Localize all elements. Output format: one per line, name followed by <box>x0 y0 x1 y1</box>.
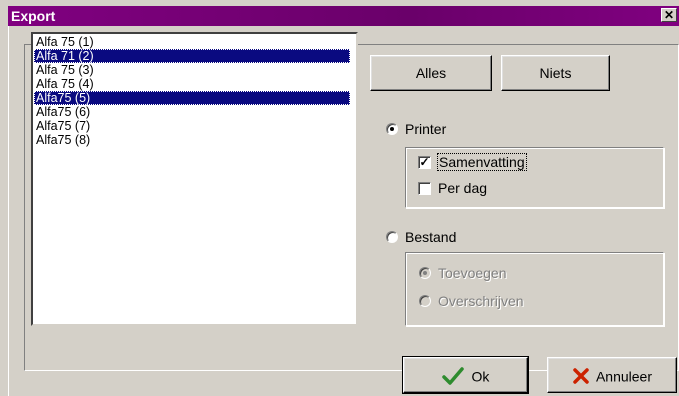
checkbox-checked-icon: ✓ <box>418 154 431 169</box>
radio-unselected-icon <box>419 295 431 307</box>
file-label: Bestand <box>405 229 457 245</box>
list-item[interactable]: Alfa75 (7) <box>34 119 350 133</box>
checkbox-empty-icon <box>418 181 431 195</box>
export-dialog: Export ✕ Alfa 75 (1) Alfa 71 (2) Alfa 75… <box>0 0 679 396</box>
per-day-label: Per dag <box>438 180 488 196</box>
summary-checkbox[interactable]: ✓ Samenvatting <box>418 153 527 171</box>
list-item[interactable]: Alfa75 (8) <box>34 133 350 147</box>
close-icon: ✕ <box>663 8 675 22</box>
append-label: Toevoegen <box>438 265 507 281</box>
list-item[interactable]: Alfa 71 (2) <box>34 49 350 63</box>
cancel-button[interactable]: Annuleer <box>547 357 677 393</box>
printer-label: Printer <box>405 121 447 137</box>
printer-radio[interactable]: Printer <box>386 121 446 137</box>
overwrite-radio: Overschrijven <box>419 293 524 309</box>
ok-button[interactable]: Ok <box>402 356 529 394</box>
file-options-group <box>405 252 664 326</box>
select-none-button[interactable]: Niets <box>501 55 610 91</box>
append-radio: Toevoegen <box>419 265 507 281</box>
summary-label: Samenvatting <box>437 153 527 171</box>
radio-selected-icon <box>419 267 431 279</box>
checkmark-icon <box>441 367 464 386</box>
car-listbox[interactable]: Alfa 75 (1) Alfa 71 (2) Alfa 75 (3) Alfa… <box>31 32 358 326</box>
radio-unselected-icon <box>386 231 398 243</box>
per-day-checkbox[interactable]: Per dag <box>418 180 487 196</box>
file-radio[interactable]: Bestand <box>386 229 456 245</box>
close-button[interactable]: ✕ <box>661 8 677 22</box>
window-title: Export <box>11 8 56 24</box>
radio-selected-icon <box>386 123 398 135</box>
list-item[interactable]: Alfa75 (6) <box>34 105 350 119</box>
x-mark-icon <box>573 368 589 385</box>
overwrite-label: Overschrijven <box>438 293 524 309</box>
title-bar[interactable]: Export ✕ <box>8 6 679 26</box>
list-item[interactable]: Alfa 75 (3) <box>34 63 350 77</box>
list-item[interactable]: Alfa 75 (1) <box>34 35 350 49</box>
list-item[interactable]: Alfa 75 (4) <box>34 77 350 91</box>
select-all-button[interactable]: Alles <box>370 55 492 91</box>
list-item[interactable]: Alfa75 (5) <box>34 91 350 105</box>
cancel-label: Annuleer <box>595 368 653 385</box>
ok-label: Ok <box>471 368 490 385</box>
